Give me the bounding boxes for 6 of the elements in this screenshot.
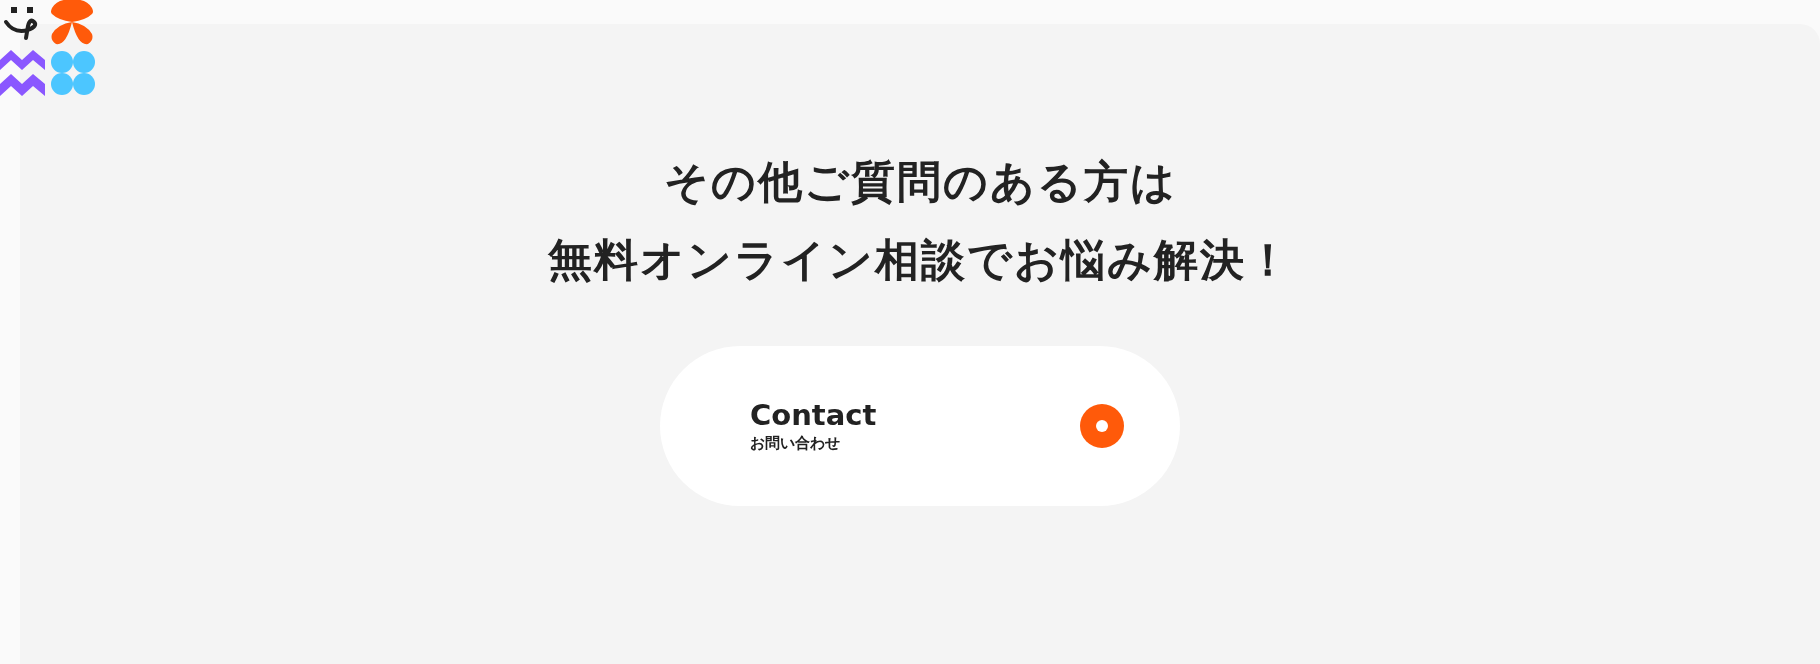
contact-label: Contact: [750, 401, 877, 430]
heading-line: 無料オンライン相談でお悩み解決！: [548, 233, 1292, 287]
contact-button[interactable]: Contact お問い合わせ: [660, 346, 1180, 506]
circle-dot-icon: [1080, 404, 1124, 448]
contact-sublabel: お問い合わせ: [750, 436, 840, 451]
heading-line: その他ご質問のある方は: [663, 155, 1177, 209]
